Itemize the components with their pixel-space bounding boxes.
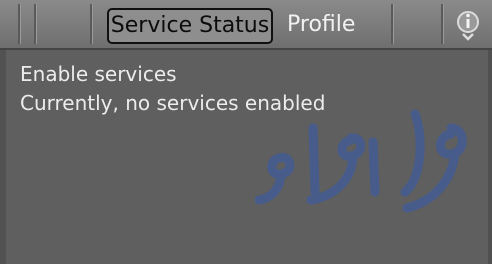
tab-divider — [90, 4, 92, 44]
tab-profile[interactable]: Profile — [287, 8, 377, 44]
info-button[interactable] — [451, 7, 485, 43]
service-status-message: Currently, no services enabled — [20, 91, 326, 115]
tab-divider — [391, 4, 393, 44]
tab-divider — [34, 4, 36, 44]
enable-services-item[interactable]: Enable services — [20, 60, 484, 89]
tab-bar: Service Status Profile — [0, 0, 492, 50]
tab-divider — [18, 4, 20, 44]
tab-divider — [441, 4, 443, 44]
service-status-panel: Enable services Currently, no services e… — [20, 60, 484, 118]
info-icon — [457, 11, 479, 41]
infotainment-screen: Service Status Profile Enable services C… — [0, 0, 492, 264]
tab-service-status[interactable]: Service Status — [107, 8, 273, 44]
